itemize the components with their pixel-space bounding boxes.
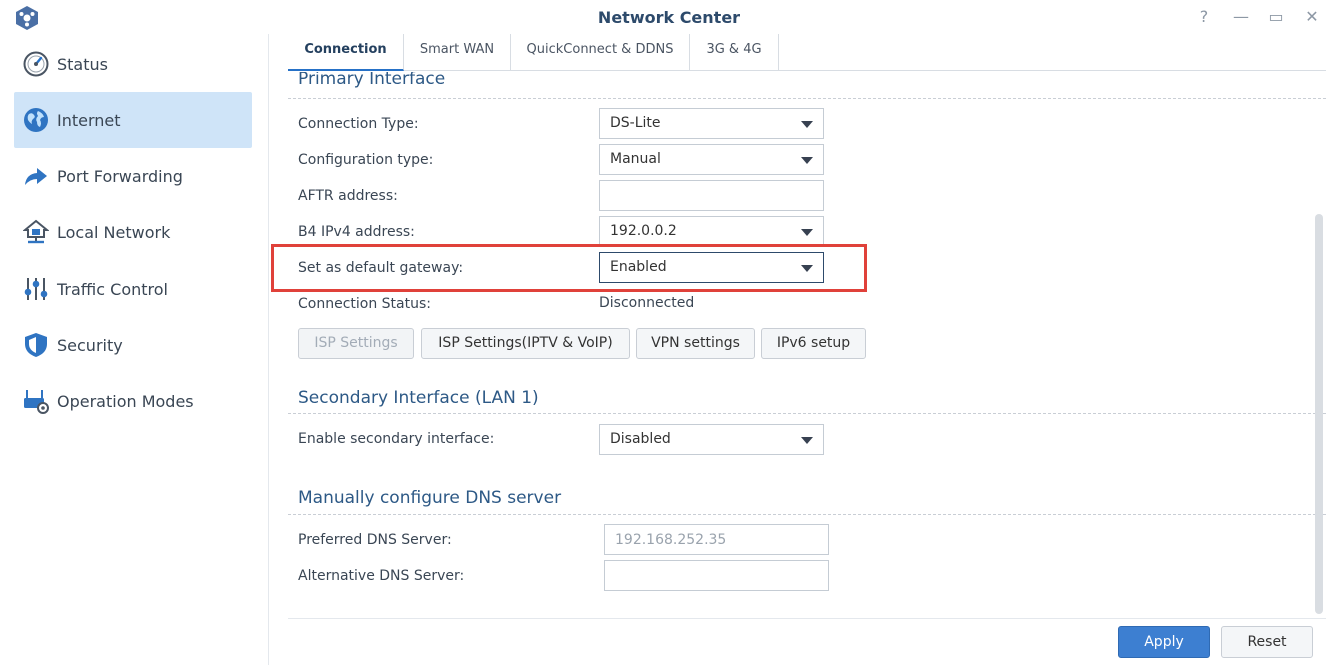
sidebar-item-label: Traffic Control [57,279,168,299]
divider [288,98,1326,99]
enable-secondary-select[interactable]: Disabled [599,424,824,455]
primary-section-title: Primary Interface [298,72,446,89]
chevron-down-icon [801,229,813,236]
reset-button[interactable]: Reset [1221,626,1313,658]
b4-ipv4-value: 192.0.0.2 [610,223,677,239]
connection-status-value: Disconnected [599,295,695,311]
chevron-down-icon [801,121,813,128]
chevron-down-icon [801,157,813,164]
help-button[interactable]: ? [1192,6,1216,28]
ipv6-setup-button[interactable]: IPv6 setup [761,328,866,359]
connection-type-label: Connection Type: [298,116,419,132]
maximize-button[interactable]: ▭ [1264,6,1288,28]
gauge-icon [22,50,50,78]
router-gear-icon [22,387,50,415]
enable-secondary-label: Enable secondary interface: [298,431,495,447]
chevron-down-icon [801,265,813,272]
sidebar-item-label: Operation Modes [57,391,194,411]
primary-title-clip: Primary Interface [288,72,1326,98]
b4-ipv4-label: B4 IPv4 address: [298,224,415,240]
preferred-dns-input[interactable] [604,524,829,555]
enable-secondary-value: Disabled [610,431,671,447]
connection-type-select[interactable]: DS-Lite [599,108,824,139]
vpn-settings-button[interactable]: VPN settings [636,328,755,359]
tab-3g-4g[interactable]: 3G & 4G [690,34,779,71]
tab-connection[interactable]: Connection [288,34,404,71]
config-type-select[interactable]: Manual [599,144,824,175]
sidebar-item-label: Security [57,335,123,355]
config-type-value: Manual [610,151,661,167]
preferred-dns-label: Preferred DNS Server: [298,532,452,548]
shield-icon [22,331,50,359]
divider [288,514,1326,515]
home-network-icon [22,218,50,246]
tab-smart-wan[interactable]: Smart WAN [404,34,511,71]
secondary-section-title: Secondary Interface (LAN 1) [298,388,539,408]
sliders-icon [22,275,50,303]
sidebar-item-port-forwarding[interactable]: Port Forwarding [14,148,252,204]
sidebar-item-security[interactable]: Security [14,317,252,373]
apply-button[interactable]: Apply [1118,626,1210,658]
sidebar-item-label: Port Forwarding [57,166,183,186]
connection-type-value: DS-Lite [610,115,661,131]
dns-section-title: Manually configure DNS server [298,488,562,508]
sidebar-item-label: Internet [57,110,121,130]
content-panel: Connection Smart WAN QuickConnect & DDNS… [270,34,1338,665]
sidebar-item-status[interactable]: Status [14,36,252,92]
window-title: Network Center [597,8,741,27]
tab-bar: Connection Smart WAN QuickConnect & DDNS… [288,34,1326,71]
vertical-scrollbar[interactable] [1315,214,1323,614]
chevron-down-icon [801,437,813,444]
sidebar-item-local-network[interactable]: Local Network [14,204,252,260]
sidebar-item-operation-modes[interactable]: Operation Modes [14,373,252,429]
default-gateway-value: Enabled [610,259,667,275]
sidebar-item-label: Status [57,54,108,74]
title-bar: Network Center ? — ▭ ✕ [0,0,1338,34]
sidebar-item-label: Local Network [57,222,171,242]
default-gateway-select[interactable]: Enabled [599,252,824,283]
config-type-label: Configuration type: [298,152,434,168]
tab-quickconnect-ddns[interactable]: QuickConnect & DDNS [511,34,690,71]
close-button[interactable]: ✕ [1300,6,1324,28]
globe-icon [22,106,50,134]
isp-settings-button[interactable]: ISP Settings [298,328,414,359]
b4-ipv4-select[interactable]: 192.0.0.2 [599,216,824,247]
default-gateway-label: Set as default gateway: [298,260,464,276]
minimize-button[interactable]: — [1229,6,1253,28]
divider [288,413,1326,414]
aftr-address-label: AFTR address: [298,188,398,204]
forward-arrow-icon [22,162,50,190]
footer-divider [288,618,1326,619]
sidebar-item-traffic-control[interactable]: Traffic Control [14,261,252,317]
sidebar-item-internet[interactable]: Internet [14,92,252,148]
aftr-address-input[interactable] [599,180,824,211]
isp-iptv-voip-button[interactable]: ISP Settings(IPTV & VoIP) [421,328,630,359]
sidebar: Status Internet Port Forwarding Local Ne… [0,34,269,665]
alternative-dns-input[interactable] [604,560,829,591]
alternative-dns-label: Alternative DNS Server: [298,568,465,584]
connection-status-label: Connection Status: [298,296,431,312]
